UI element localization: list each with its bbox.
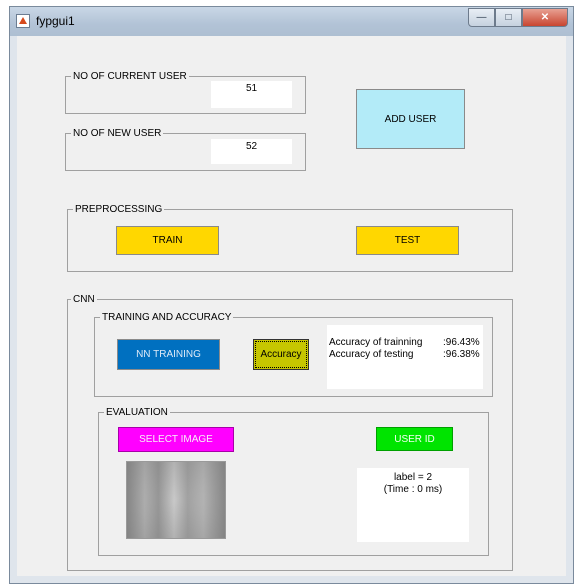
testing-accuracy-value: :96.38% xyxy=(443,349,480,360)
new-user-label: NO OF NEW USER xyxy=(71,127,164,140)
app-icon xyxy=(16,14,30,28)
accuracy-results-box: Accuracy of trainning :96.43% Accuracy o… xyxy=(327,325,483,389)
close-icon[interactable]: ✕ xyxy=(522,8,568,27)
training-accuracy-label: Accuracy of trainning xyxy=(329,337,423,348)
new-user-panel: NO OF NEW USER 52 xyxy=(65,127,306,171)
evaluation-title: EVALUATION xyxy=(104,406,170,419)
train-button[interactable]: TRAIN xyxy=(116,226,219,255)
result-label: label = 2 xyxy=(393,472,433,483)
testing-accuracy-label: Accuracy of testing xyxy=(329,349,414,360)
new-user-value: 52 xyxy=(211,139,292,164)
minimize-icon[interactable]: — xyxy=(468,8,495,27)
maximize-icon[interactable]: □ xyxy=(495,8,522,27)
accuracy-button[interactable]: Accuracy xyxy=(253,339,309,370)
nn-training-button[interactable]: NN TRAINING xyxy=(117,339,220,370)
add-user-button[interactable]: ADD USER xyxy=(356,89,465,149)
select-image-button[interactable]: SELECT IMAGE xyxy=(118,427,234,452)
window-title: fypgui1 xyxy=(36,14,75,28)
evaluation-panel: EVALUATION SELECT IMAGE USER ID label = … xyxy=(98,406,489,556)
preprocessing-title: PREPROCESSING xyxy=(73,203,165,216)
window-controls: — □ ✕ xyxy=(468,8,568,27)
testing-accuracy-row: Accuracy of testing :96.38% xyxy=(329,349,483,361)
training-accuracy-row: Accuracy of trainning :96.43% xyxy=(329,337,483,349)
current-user-label: NO OF CURRENT USER xyxy=(71,70,189,83)
training-accuracy-title: TRAINING AND ACCURACY xyxy=(100,311,234,324)
cnn-panel: CNN TRAINING AND ACCURACY NN TRAINING Ac… xyxy=(67,293,513,571)
training-accuracy-value: :96.43% xyxy=(443,337,480,348)
evaluation-result-box: label = 2 (Time : 0 ms) xyxy=(357,468,469,542)
preprocessing-panel: PREPROCESSING TRAIN TEST xyxy=(67,203,513,272)
current-user-panel: NO OF CURRENT USER 51 xyxy=(65,70,306,114)
title-bar: fypgui1 — □ ✕ xyxy=(10,7,573,36)
figure-area: NO OF CURRENT USER 51 NO OF NEW USER 52 … xyxy=(17,36,566,576)
selected-image-preview xyxy=(126,461,226,539)
result-time: (Time : 0 ms) xyxy=(383,484,443,495)
current-user-value: 51 xyxy=(211,81,292,108)
test-button[interactable]: TEST xyxy=(356,226,459,255)
training-accuracy-panel: TRAINING AND ACCURACY NN TRAINING Accura… xyxy=(94,311,493,397)
cnn-title: CNN xyxy=(71,293,97,306)
app-window: fypgui1 — □ ✕ NO OF CURRENT USER 51 NO O… xyxy=(9,6,574,584)
user-id-button[interactable]: USER ID xyxy=(376,427,453,451)
